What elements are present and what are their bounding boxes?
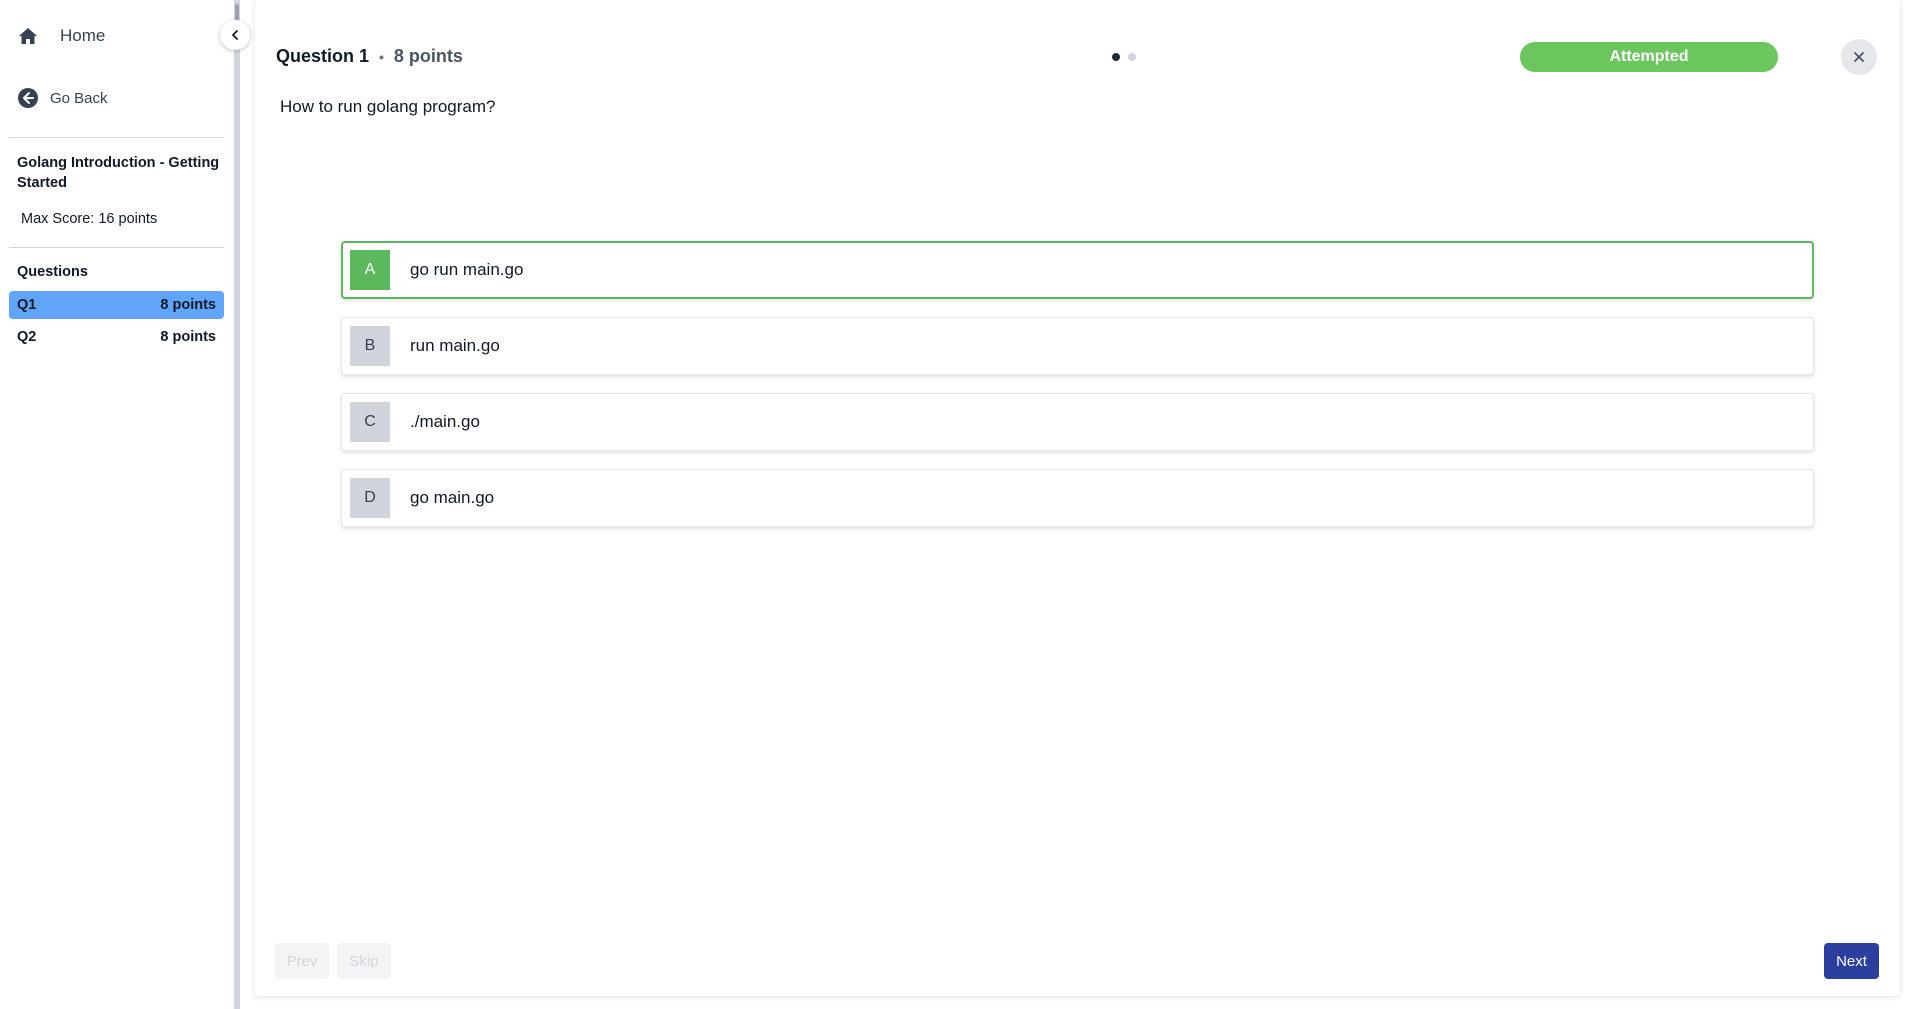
sidebar-scrollbar[interactable] <box>234 0 240 1009</box>
course-title: Golang Introduction - Getting Started <box>17 155 220 191</box>
question-panel: Question 1 • 8 points Attempted How to r… <box>255 0 1900 996</box>
go-back-label: Go Back <box>50 89 108 107</box>
home-label: Home <box>60 26 106 45</box>
home-link[interactable]: Home <box>18 26 105 46</box>
arrow-left-circle-icon <box>18 88 38 108</box>
question-points: 8 points <box>160 297 216 313</box>
question-id: Q2 <box>17 329 37 345</box>
option-letter: D <box>350 478 390 518</box>
home-icon <box>19 28 37 44</box>
max-score-value: 16 points <box>98 211 158 227</box>
prev-button[interactable]: Prev <box>275 943 329 979</box>
next-button[interactable]: Next <box>1824 943 1879 979</box>
option-b[interactable]: B run main.go <box>341 317 1814 375</box>
divider <box>9 247 224 248</box>
pager-dot[interactable] <box>1128 53 1136 61</box>
option-letter: C <box>350 402 390 442</box>
option-letter: B <box>350 326 390 366</box>
sidebar-scrollbar-thumb[interactable] <box>235 4 239 20</box>
question-id: Q1 <box>17 297 37 313</box>
close-button[interactable] <box>1841 39 1877 75</box>
question-header: Question 1 • 8 points <box>276 46 463 67</box>
question-pager <box>1112 53 1136 61</box>
option-text: go run main.go <box>410 260 524 279</box>
question-item-q2[interactable]: Q2 8 points <box>9 323 224 351</box>
question-item-q1[interactable]: Q1 8 points <box>9 291 224 319</box>
max-score-label: Max Score: <box>21 211 95 227</box>
option-text: ./main.go <box>410 412 480 431</box>
skip-button[interactable]: Skip <box>337 943 391 979</box>
option-a[interactable]: A go run main.go <box>341 241 1814 299</box>
question-points: 8 points <box>393 46 463 66</box>
option-c[interactable]: C ./main.go <box>341 393 1814 451</box>
questions-heading: Questions <box>17 264 88 280</box>
status-badge: Attempted <box>1520 42 1778 72</box>
option-text: go main.go <box>410 488 495 507</box>
close-icon <box>1854 52 1864 62</box>
sidebar: Home Go Back Golang Introduction - Getti… <box>0 0 236 1009</box>
divider <box>9 137 224 138</box>
max-score: Max Score: 16 points <box>17 211 157 227</box>
option-text: run main.go <box>410 336 500 355</box>
pager-dot-active[interactable] <box>1112 53 1120 61</box>
question-points: 8 points <box>160 329 216 345</box>
separator-dot: • <box>379 48 384 65</box>
option-d[interactable]: D go main.go <box>341 469 1814 527</box>
option-letter: A <box>350 250 390 290</box>
go-back-link[interactable]: Go Back <box>18 88 108 108</box>
collapse-sidebar-button[interactable] <box>220 20 250 50</box>
question-title: Question 1 <box>276 46 370 66</box>
question-text: How to run golang program? <box>280 97 496 116</box>
chevron-left-icon <box>232 30 238 40</box>
